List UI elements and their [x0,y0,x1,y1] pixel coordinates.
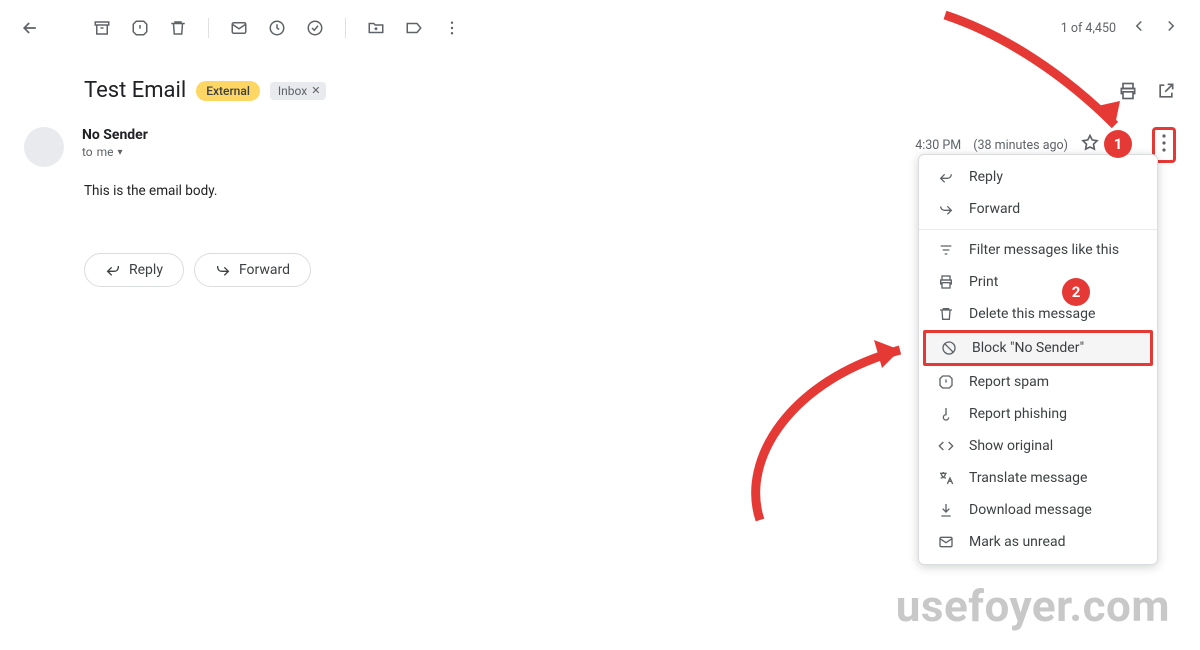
code-icon [937,437,955,455]
snooze-icon[interactable] [267,18,287,38]
translate-icon [937,469,955,487]
delete-icon [937,305,955,323]
menu-phishing[interactable]: Report phishing [919,398,1157,430]
reply-button-label: Reply [129,262,163,278]
next-page-icon[interactable] [1162,17,1180,39]
menu-translate[interactable]: Translate message [919,462,1157,494]
phishing-icon [937,405,955,423]
menu-forward[interactable]: Forward [919,193,1157,225]
forward-button[interactable]: Forward [194,253,311,287]
labels-icon[interactable] [404,18,424,38]
to-prefix: to [82,145,93,159]
menu-unread[interactable]: Mark as unread [919,526,1157,558]
menu-original[interactable]: Show original [919,430,1157,462]
separator [345,18,346,38]
inbox-chip[interactable]: Inbox ✕ [270,82,327,100]
spam-icon [937,373,955,391]
to-target: me [97,145,114,159]
menu-delete[interactable]: Delete this message [919,298,1157,330]
menu-download-label: Download message [969,502,1092,518]
annotation-arrow-2 [700,320,940,540]
forward-button-label: Forward [239,262,290,278]
print-icon [937,273,955,291]
menu-phishing-label: Report phishing [969,406,1067,422]
archive-icon[interactable] [92,18,112,38]
open-new-window-icon[interactable] [1156,81,1176,101]
separator [208,18,209,38]
menu-unread-label: Mark as unread [969,534,1065,550]
forward-icon [937,200,955,218]
menu-translate-label: Translate message [969,470,1087,486]
menu-download[interactable]: Download message [919,494,1157,526]
add-task-icon[interactable] [305,18,325,38]
menu-print[interactable]: Print [919,266,1157,298]
sender-block: No Sender to me ▾ [82,127,148,159]
reply-button[interactable]: Reply [84,253,184,287]
menu-reply[interactable]: Reply [919,161,1157,193]
menu-block-label: Block "No Sender" [972,340,1084,356]
menu-delete-label: Delete this message [969,306,1095,322]
inbox-chip-label: Inbox [278,84,307,98]
menu-spam[interactable]: Report spam [919,366,1157,398]
menu-reply-label: Reply [969,169,1003,185]
to-line[interactable]: to me ▾ [82,145,148,159]
menu-spam-label: Report spam [969,374,1049,390]
move-to-icon[interactable] [366,18,386,38]
menu-filter[interactable]: Filter messages like this [919,234,1157,266]
filter-icon [937,241,955,259]
avatar [24,127,64,167]
download-icon [937,501,955,519]
menu-forward-label: Forward [969,201,1020,217]
close-icon[interactable]: ✕ [311,84,320,97]
callout-badge-2: 2 [1062,278,1090,306]
report-spam-icon[interactable] [130,18,150,38]
menu-block[interactable]: Block "No Sender" [923,330,1153,366]
reply-icon [937,168,955,186]
more-toolbar-icon[interactable] [442,18,462,38]
block-icon [940,339,958,357]
watermark-text: usefoyer.com [896,580,1170,632]
delete-icon[interactable] [168,18,188,38]
callout-badge-1: 1 [1104,130,1132,158]
external-chip: External [196,81,260,101]
menu-original-label: Show original [969,438,1053,454]
sender-name: No Sender [82,127,148,143]
mark-unread-icon[interactable] [229,18,249,38]
chevron-down-icon: ▾ [118,147,123,158]
subject-text: Test Email [84,78,186,103]
unread-icon [937,533,955,551]
menu-separator [919,229,1157,230]
menu-print-label: Print [969,274,998,290]
more-menu: Reply Forward Filter messages like this … [918,154,1158,565]
menu-filter-label: Filter messages like this [969,242,1119,258]
back-icon[interactable] [20,18,40,38]
